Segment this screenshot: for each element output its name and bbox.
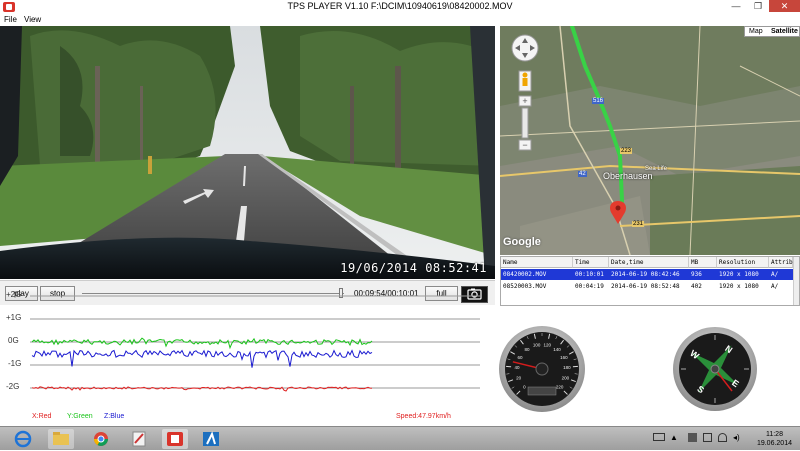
- map-tab-satellite[interactable]: Satellite: [771, 28, 798, 35]
- ie-icon[interactable]: [10, 429, 36, 449]
- file-list: Name Time Date,time MB Resolution Attrib…: [500, 256, 800, 306]
- network-icon[interactable]: [718, 433, 727, 442]
- cell-datetime: 2014-06-19 08:42:46: [609, 269, 680, 280]
- map-city-label: Oberhausen: [603, 171, 653, 181]
- table-row[interactable]: 08420002.MOV 00:10:01 2014-06-19 08:42:4…: [501, 269, 793, 280]
- cell-time: 00:04:19: [573, 281, 604, 292]
- col-header-mb[interactable]: MB: [689, 257, 717, 268]
- pan-control-icon[interactable]: [512, 35, 538, 61]
- tray-chevron-icon[interactable]: ▲: [670, 433, 678, 442]
- close-button[interactable]: ✕: [769, 0, 800, 12]
- minimize-button[interactable]: —: [725, 0, 747, 12]
- flag-icon[interactable]: [688, 433, 697, 442]
- volume-icon[interactable]: ◂): [733, 433, 740, 442]
- speedometer-tick-label: 80: [525, 347, 531, 352]
- maximize-button[interactable]: ❐: [747, 0, 769, 12]
- menu-file[interactable]: File: [4, 14, 17, 26]
- video-timestamp: 19/06/2014 08:52:41: [340, 261, 487, 275]
- cell-mb: 402: [689, 281, 702, 292]
- dashcam-scene: [0, 26, 495, 279]
- battery-icon[interactable]: [703, 433, 712, 442]
- speedometer-tick-label: 40: [515, 365, 521, 370]
- trace-red: [32, 387, 372, 391]
- legend-y: Y:Green: [67, 413, 93, 420]
- cell-resolution: 1920 x 1080: [717, 269, 759, 280]
- keyboard-icon[interactable]: [653, 433, 665, 441]
- col-header-attrib[interactable]: Attrib: [769, 257, 793, 268]
- legend-x: X:Red: [32, 413, 51, 420]
- cell-attrib: A/: [769, 281, 778, 292]
- satellite-map: + −: [500, 26, 800, 255]
- google-logo: Google: [503, 236, 541, 248]
- table-scrollbar[interactable]: [793, 257, 800, 305]
- menu-bar: File View: [0, 14, 800, 26]
- col-header-time[interactable]: Time: [573, 257, 609, 268]
- speedometer-tick-label: 180: [563, 365, 571, 370]
- tps-player-icon[interactable]: [162, 429, 188, 449]
- speed-readout: Speed:47.97km/h: [396, 413, 451, 420]
- cell-name: 08520003.MOV: [501, 281, 546, 292]
- trace-green: [32, 338, 372, 348]
- map-tab-map[interactable]: Map: [749, 28, 763, 35]
- road-badge: 42: [578, 171, 587, 177]
- map-sealife-label: Sea Life: [645, 166, 667, 172]
- col-header-resolution[interactable]: Resolution: [717, 257, 769, 268]
- video-frame[interactable]: 19/06/2014 08:52:41: [0, 26, 495, 279]
- speedometer-tick-label: 100: [533, 343, 541, 348]
- compass-gauge: N E S W: [672, 326, 758, 412]
- taskbar: ▲ ◂) 11:28 19.06.2014: [0, 426, 800, 450]
- autodesk-icon[interactable]: [198, 429, 224, 449]
- cell-name: 08420002.MOV: [501, 269, 546, 280]
- speedometer-tick-label: 200: [562, 376, 570, 381]
- chrome-icon[interactable]: [88, 429, 114, 449]
- gsensor-plot: [0, 286, 490, 406]
- road-badge: 516: [592, 98, 604, 104]
- window-title: TPS PLAYER V1.10 F:\DCIM\10940619\084200…: [0, 1, 800, 11]
- menu-view[interactable]: View: [24, 14, 41, 26]
- explorer-icon[interactable]: [48, 429, 74, 449]
- paint-icon[interactable]: [126, 429, 152, 449]
- col-header-datetime[interactable]: Date,time: [609, 257, 689, 268]
- cell-time: 00:10:01: [573, 269, 604, 280]
- map-type-control: Map Satellite: [744, 26, 800, 37]
- speedometer-tick-label: 220: [556, 385, 564, 390]
- speedometer-tick-label: 140: [553, 347, 561, 352]
- road-badge: 231: [632, 221, 644, 227]
- gsensor-graph: +2G +1G 0G -1G -2G: [0, 286, 490, 426]
- col-header-name[interactable]: Name: [501, 257, 573, 268]
- taskbar-clock[interactable]: 11:28 19.06.2014: [757, 430, 792, 448]
- cell-resolution: 1920 x 1080: [717, 281, 759, 292]
- cell-mb: 936: [689, 269, 702, 280]
- speedometer-tick-label: 60: [518, 355, 524, 360]
- cell-attrib: A/: [769, 269, 778, 280]
- pegman-icon[interactable]: [519, 71, 531, 91]
- speedometer-tick-label: 120: [544, 343, 552, 348]
- map-view[interactable]: + − Map Satellite Oberhausen Sea Life Go…: [500, 26, 800, 255]
- table-row[interactable]: 08520003.MOV 00:04:19 2014-06-19 08:52:4…: [501, 281, 793, 292]
- svg-text:+: +: [522, 96, 527, 106]
- legend-z: Z:Blue: [104, 413, 124, 420]
- speedometer-tick-label: 20: [516, 376, 522, 381]
- cell-datetime: 2014-06-19 08:52:48: [609, 281, 680, 292]
- svg-text:−: −: [522, 140, 527, 150]
- clock-date: 19.06.2014: [757, 439, 792, 448]
- speedometer-gauge: 020406080100120140160180200220: [498, 325, 586, 413]
- clock-time: 11:28: [757, 430, 792, 439]
- title-bar: TPS PLAYER V1.10 F:\DCIM\10940619\084200…: [0, 0, 800, 14]
- speedometer-tick-label: 160: [560, 355, 568, 360]
- road-badge: 223: [620, 148, 632, 154]
